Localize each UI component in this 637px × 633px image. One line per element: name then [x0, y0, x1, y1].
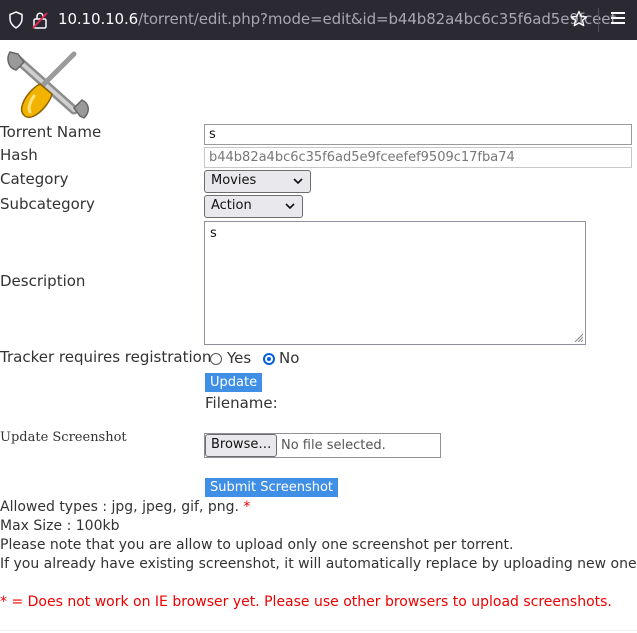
category-selected: Movies: [211, 173, 257, 188]
allowed-types-note: Allowed types : jpg, jpeg, gif, png. *: [0, 499, 250, 515]
update-screenshot-label: Update Screenshot: [0, 430, 127, 445]
browser-toolbar: 10.10.10.6/torrent/edit.php?mode=edit&id…: [0, 0, 637, 40]
address-bar[interactable]: 10.10.10.6/torrent/edit.php?mode=edit&id…: [58, 10, 616, 28]
description-text: s: [210, 226, 217, 241]
hash-label: Hash: [0, 146, 38, 164]
url-path: /torrent/edit.php?mode=edit&id=b44b82a4b…: [138, 10, 616, 28]
tools-icon: [7, 51, 89, 119]
tracker-yes-radio[interactable]: [210, 353, 222, 365]
description-label: Description: [0, 272, 86, 290]
category-label: Category: [0, 170, 69, 188]
tracker-label: Tracker requires registration: [0, 348, 212, 366]
chevron-down-icon: [285, 203, 295, 210]
replace-note: If you already have existing screenshot,…: [0, 556, 637, 572]
torrent-name-input[interactable]: s: [204, 124, 632, 145]
no-file-text: No file selected.: [281, 438, 386, 453]
edit-torrent-page: Torrent Name s Hash b44b82a4bc6c35f6ad5e…: [0, 40, 637, 633]
tracker-no-label: No: [279, 349, 300, 367]
chevron-down-icon: [293, 178, 303, 185]
subcategory-select[interactable]: Action: [204, 195, 303, 218]
subcategory-label: Subcategory: [0, 195, 95, 213]
hamburger-menu-icon[interactable]: [611, 12, 625, 26]
ie-warning-note: * = Does not work on IE browser yet. Ple…: [0, 594, 612, 610]
screenshot-file-input[interactable]: Browse… No file selected.: [204, 433, 441, 458]
toolbar-separator: [598, 8, 599, 32]
tracker-yes-label: Yes: [227, 349, 252, 367]
browse-button[interactable]: Browse…: [205, 434, 278, 457]
star-icon[interactable]: [570, 10, 588, 28]
shield-icon[interactable]: [8, 11, 24, 29]
tracker-no-radio[interactable]: [263, 353, 275, 365]
submit-screenshot-button[interactable]: Submit Screenshot: [205, 478, 339, 497]
allowed-types-text: Allowed types : jpg, jpeg, gif, png.: [0, 499, 239, 515]
filename-label: Filename:: [205, 394, 278, 412]
url-host: 10.10.10.6: [58, 10, 139, 28]
max-size-note: Max Size : 100kb: [0, 518, 120, 534]
divider: [0, 630, 637, 631]
resize-grip-icon[interactable]: [573, 332, 583, 342]
description-textarea[interactable]: s: [204, 221, 586, 345]
insecure-lock-icon[interactable]: [32, 11, 48, 29]
one-screenshot-note: Please note that you are allow to upload…: [0, 537, 514, 553]
hash-input[interactable]: b44b82a4bc6c35f6ad5e9fceefef9509c17fba74: [204, 147, 632, 168]
subcategory-selected: Action: [211, 198, 252, 213]
category-select[interactable]: Movies: [204, 170, 311, 193]
update-button[interactable]: Update: [205, 373, 263, 392]
torrent-name-label: Torrent Name: [0, 123, 102, 141]
asterisk-mark: *: [243, 499, 251, 515]
